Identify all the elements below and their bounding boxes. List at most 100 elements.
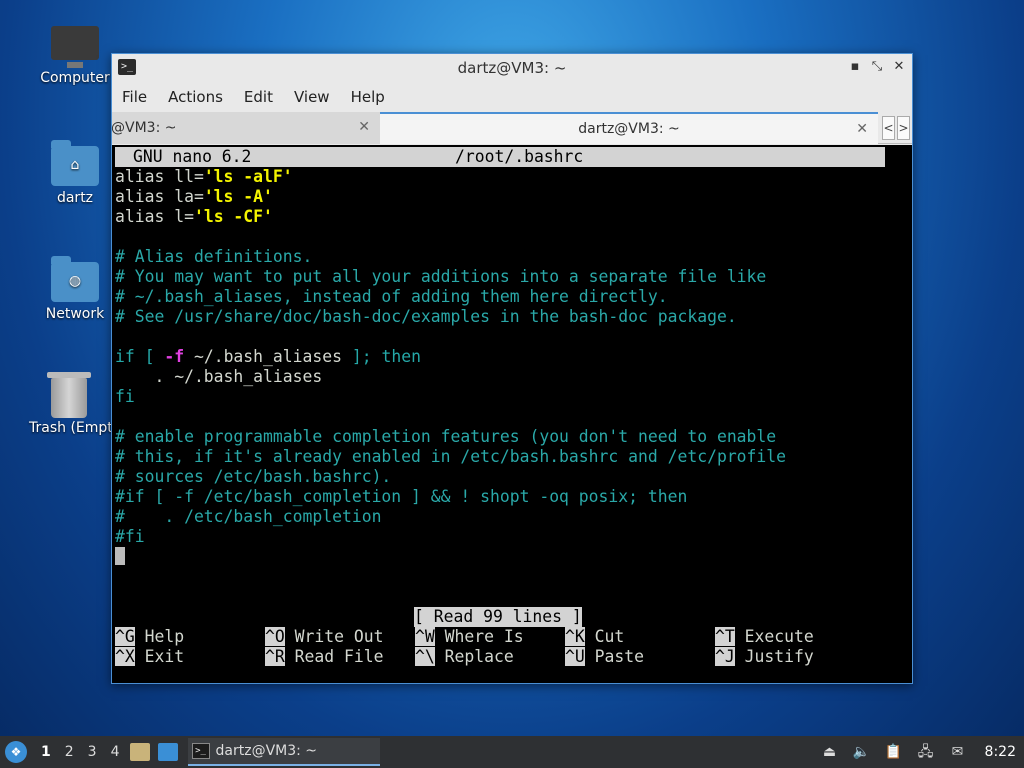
tab-close-icon[interactable]: ✕ (856, 121, 868, 137)
shortcut-key: ^O (265, 627, 285, 646)
clock[interactable]: 8:22 (985, 744, 1016, 760)
workspace-4[interactable]: 4 (111, 744, 120, 760)
shortcut-paste[interactable]: ^U Paste (565, 647, 644, 667)
workspace-2[interactable]: 2 (65, 744, 74, 760)
window-title: dartz@VM3: ~ (457, 59, 567, 77)
start-menu-icon[interactable]: ❖ (5, 741, 27, 763)
desktop-icon-computer[interactable]: Computer (27, 22, 123, 86)
code-line: # ~/.bash_aliases, instead of adding the… (115, 287, 668, 306)
home-folder-icon: ⌂ (51, 140, 99, 186)
tab-1[interactable]: @VM3: ~ ✕ (111, 112, 380, 144)
shortcut-key: ^W (415, 627, 435, 646)
code-line: #if [ -f /etc/bash_completion ] && ! sho… (115, 487, 688, 506)
shortcut-label: Read File (294, 647, 384, 666)
tab-scroll-right-button[interactable]: > (897, 116, 910, 140)
shortcut-execute[interactable]: ^T Execute (715, 627, 814, 647)
menu-help[interactable]: Help (351, 88, 385, 106)
title-bar[interactable]: >_ dartz@VM3: ~ ▪ ⤡ ✕ (112, 54, 912, 82)
code-line: # . /etc/bash_completion (115, 507, 382, 526)
shortcut-key: ^T (715, 627, 735, 646)
menu-edit[interactable]: Edit (244, 88, 273, 106)
network-folder-icon: ◍ (51, 256, 99, 302)
shortcut-label: Exit (144, 647, 185, 666)
workspace-3[interactable]: 3 (88, 744, 97, 760)
shortcut-label: Write Out (294, 627, 384, 646)
shortcut-label: Help (144, 627, 185, 646)
menu-file[interactable]: File (122, 88, 147, 106)
code-line: # You may want to put all your additions… (115, 267, 767, 286)
code-line: if [ -f ~/.bash_aliases ]; then (115, 347, 421, 366)
shortcut-key: ^X (115, 647, 135, 666)
desktop-icon-home[interactable]: ⌂ dartz (27, 140, 123, 206)
nano-version: GNU nano 6.2 (133, 147, 252, 166)
shortcut-key: ^K (565, 627, 585, 646)
code-line: # this, if it's already enabled in /etc/… (115, 447, 787, 466)
shortcut-cut[interactable]: ^K Cut (565, 627, 624, 647)
taskbar-terminal-button[interactable]: >_ dartz@VM3: ~ (187, 738, 380, 766)
desktop-icon-label: Network (45, 306, 105, 322)
code-line: # enable programmable completion feature… (115, 427, 777, 446)
shortcut-where-is[interactable]: ^W Where Is (415, 627, 524, 647)
desktop-icon-network[interactable]: ◍ Network (27, 256, 123, 322)
shortcut-label: Execute (744, 627, 814, 646)
notification-icon[interactable]: ✉ (949, 743, 967, 761)
code-line: # Alias definitions. (115, 247, 313, 266)
terminal-window: >_ dartz@VM3: ~ ▪ ⤡ ✕ File Actions Edit … (111, 53, 913, 684)
shortcut-exit[interactable]: ^X Exit (115, 647, 184, 667)
shortcut-replace[interactable]: ^\ Replace (415, 647, 514, 667)
code-line: # sources /etc/bash.bashrc). (115, 467, 392, 486)
file-manager-icon[interactable] (129, 743, 150, 761)
computer-icon (51, 26, 99, 68)
nano-filename: /root/.bashrc (455, 147, 584, 166)
code-line: # See /usr/share/doc/bash-doc/examples i… (115, 307, 737, 326)
tab-2[interactable]: dartz@VM3: ~ ✕ (380, 112, 878, 144)
code-line: alias la='ls -A' (115, 187, 273, 206)
menu-actions[interactable]: Actions (168, 88, 223, 106)
volume-icon[interactable]: 🔈 (853, 743, 871, 761)
menu-view[interactable]: View (294, 88, 330, 106)
desktop-icon-label: Computer (40, 70, 110, 86)
shortcut-justify[interactable]: ^J Justify (715, 647, 814, 667)
clipboard-icon[interactable]: 📋 (885, 743, 903, 761)
shortcut-key: ^G (115, 627, 135, 646)
desktop-icon-label: Trash (Empty) (29, 420, 111, 436)
shortcut-label: Justify (744, 647, 814, 666)
task-label: dartz@VM3: ~ (215, 743, 318, 759)
workspace-1[interactable]: 1 (41, 744, 51, 760)
maximize-button[interactable]: ⤡ (870, 58, 884, 76)
network-icon[interactable]: 🖧 (917, 743, 935, 761)
tab-label: dartz@VM3: ~ (578, 121, 680, 137)
trash-icon (47, 372, 91, 418)
code-line: . ~/.bash_aliases (115, 367, 323, 386)
shortcut-help[interactable]: ^G Help (115, 627, 184, 647)
shortcut-key: ^U (565, 647, 585, 666)
desktop-icon-label: dartz (56, 190, 94, 206)
tab-close-icon[interactable]: ✕ (358, 119, 370, 135)
terminal-area[interactable]: GNU nano 6.2/root/.bashrc alias ll='ls -… (112, 145, 912, 683)
eject-icon[interactable]: ⏏ (821, 743, 839, 761)
system-tray: ⏏ 🔈 📋 🖧 ✉ 8:22 (821, 736, 1016, 768)
terminal-icon: >_ (191, 743, 210, 759)
shortcut-write-out[interactable]: ^O Write Out (265, 627, 383, 647)
code-line: alias l='ls -CF' (115, 207, 273, 226)
menu-bar: File Actions Edit View Help (112, 82, 912, 112)
tab-bar: @VM3: ~ ✕ dartz@VM3: ~ ✕ < > (111, 112, 912, 144)
desktop-icon-trash[interactable]: Trash (Empty) (27, 372, 111, 436)
code-line: fi (115, 387, 135, 406)
shortcut-key: ^J (715, 647, 735, 666)
shortcut-label: Replace (444, 647, 514, 666)
taskbar: ❖ 1 2 3 4 >_ dartz@VM3: ~ ⏏ 🔈 📋 🖧 ✉ 8:22 (0, 736, 1024, 768)
terminal-app-icon: >_ (118, 59, 136, 75)
tab-label: @VM3: ~ (111, 120, 177, 136)
code-line: #fi (115, 527, 145, 546)
shortcut-read-file[interactable]: ^R Read File (265, 647, 383, 667)
shortcut-label: Cut (594, 627, 625, 646)
show-desktop-icon[interactable] (157, 743, 178, 761)
shortcut-key: ^R (265, 647, 285, 666)
tab-scroll-left-button[interactable]: < (882, 116, 895, 140)
shortcut-label: Paste (594, 647, 644, 666)
minimize-button[interactable]: ▪ (848, 58, 862, 76)
shortcut-key: ^\ (415, 647, 435, 666)
nano-status: [ Read 99 lines ] (414, 607, 582, 627)
close-button[interactable]: ✕ (892, 58, 906, 76)
